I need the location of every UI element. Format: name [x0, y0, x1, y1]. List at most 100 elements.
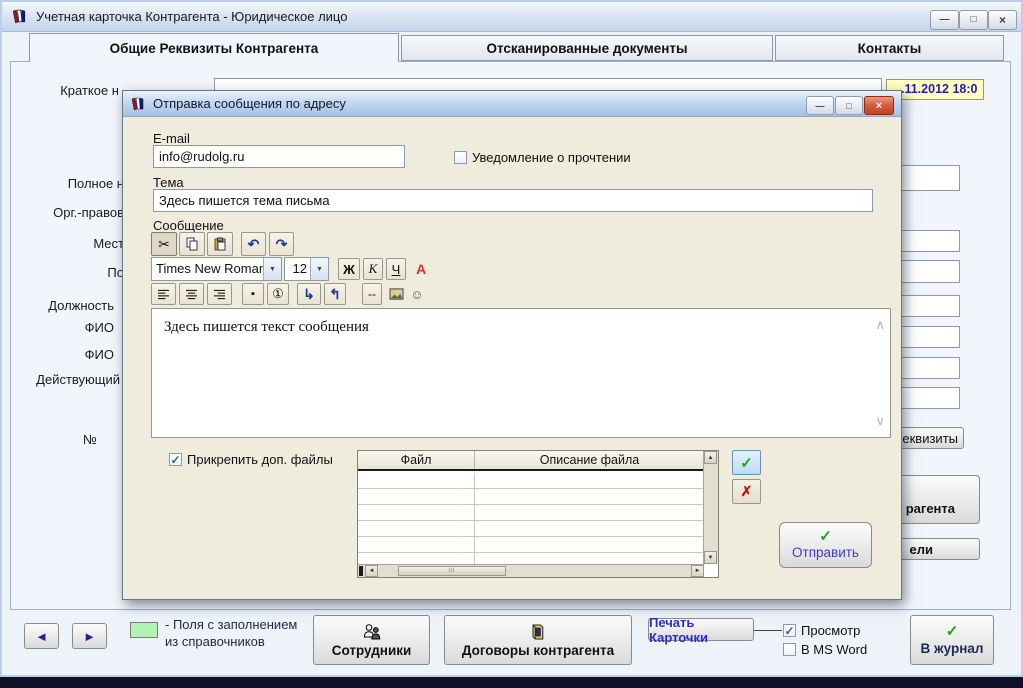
send-button[interactable]: ✓ Отправить	[779, 522, 872, 568]
founders-button-label: ели	[910, 542, 933, 557]
table-row[interactable]	[358, 473, 704, 489]
message-textarea[interactable]: Здесь пишется текст сообщения ∧ ∨	[151, 308, 891, 438]
scroll-up-button[interactable]: ▲	[704, 451, 717, 464]
paste-button[interactable]	[207, 232, 233, 256]
tab-scanned-label: Отсканированные документы	[486, 41, 687, 56]
arrow-left-icon: ◄	[35, 629, 48, 644]
dialog-minimize-button[interactable]: —	[806, 96, 834, 115]
font-size-select[interactable]: 12 ▼	[284, 257, 329, 281]
file-cell[interactable]	[358, 473, 475, 488]
minimize-button[interactable]: —	[930, 10, 959, 30]
file-description-cell[interactable]	[475, 489, 704, 504]
employees-label: Сотрудники	[332, 643, 412, 658]
tab-scanned-documents[interactable]: Отсканированные документы	[401, 35, 773, 61]
read-receipt-checkbox[interactable]	[454, 151, 467, 164]
file-description-cell[interactable]	[475, 521, 704, 536]
cut-button[interactable]: ✂	[151, 232, 177, 256]
font-color-icon: А	[416, 261, 426, 277]
dialog-maximize-button[interactable]: □	[835, 96, 863, 115]
email-input[interactable]	[153, 145, 405, 168]
scroll-left-button[interactable]: ◄	[365, 565, 378, 577]
scroll-down-button[interactable]: ▼	[704, 551, 717, 564]
insert-image-button[interactable]	[387, 284, 405, 304]
align-center-icon	[185, 289, 198, 300]
underline-button[interactable]: Ч	[386, 258, 406, 280]
scroll-grip[interactable]	[359, 566, 363, 576]
table-row[interactable]	[358, 521, 704, 537]
screen: Учетная карточка Контрагента - Юридическ…	[0, 0, 1023, 688]
dialog-titlebar: Отправка сообщения по адресу	[123, 91, 901, 117]
horizontal-scrollbar[interactable]: ◄ lll ►	[358, 564, 704, 577]
preview-label: Просмотр	[801, 623, 860, 638]
remove-file-button[interactable]: ✗	[732, 479, 761, 504]
attach-files-checkbox[interactable]: ✓	[169, 453, 182, 466]
print-card-button[interactable]: Печать Карточки	[648, 618, 754, 641]
dialog-close-button[interactable]: ×	[864, 96, 894, 115]
redo-button[interactable]: ↷	[269, 232, 294, 256]
align-right-button[interactable]	[207, 283, 232, 305]
outdent-button[interactable]: ↰	[324, 283, 346, 305]
legend-line1: - Поля с заполнением	[165, 617, 297, 632]
table-row[interactable]	[358, 537, 704, 553]
employees-button[interactable]: Сотрудники	[313, 615, 430, 665]
maximize-button[interactable]: □	[959, 10, 988, 30]
bold-button[interactable]: Ж	[338, 258, 360, 280]
tab-general[interactable]: Общие Реквизиты Контрагента	[29, 33, 399, 62]
paste-icon	[213, 237, 227, 251]
scroll-up-icon[interactable]: ∧	[875, 317, 885, 333]
arrow-down-icon: ▼	[708, 555, 714, 561]
align-left-button[interactable]	[151, 283, 176, 305]
field-label-acting: Действующий	[2, 372, 120, 387]
file-cell[interactable]	[358, 505, 475, 520]
attach-files-label: Прикрепить доп. файлы	[187, 452, 333, 467]
next-record-button[interactable]: ►	[72, 623, 107, 649]
preview-checkbox[interactable]: ✓	[783, 624, 796, 637]
close-button[interactable]: ×	[988, 10, 1017, 30]
subject-input[interactable]	[153, 189, 873, 212]
chevron-down-icon[interactable]: ▼	[310, 258, 328, 280]
file-description-cell[interactable]	[475, 473, 704, 488]
chevron-down-icon[interactable]: ▼	[263, 258, 281, 280]
contracts-button[interactable]: Договоры контрагента	[444, 615, 632, 665]
font-family-select[interactable]: Times New Roman ▼	[151, 257, 282, 281]
numbered-list-button[interactable]: ①	[267, 283, 289, 305]
scroll-down-icon[interactable]: ∨	[875, 413, 885, 429]
maximize-icon: □	[846, 101, 851, 111]
msword-checkbox[interactable]	[783, 643, 796, 656]
table-row[interactable]	[358, 505, 704, 521]
scroll-thumb[interactable]: lll	[398, 566, 506, 576]
field-label-location: Мест	[2, 236, 124, 251]
italic-button[interactable]: К	[363, 258, 383, 280]
column-header-description: Описание файла	[475, 451, 704, 469]
undo-button[interactable]: ↶	[241, 232, 266, 256]
bullet-list-button[interactable]: ▪	[242, 283, 264, 305]
indent-button[interactable]: ↳	[297, 283, 321, 305]
journal-button[interactable]: ✓ В журнал	[910, 615, 994, 665]
chevron-up: ∧	[875, 317, 885, 332]
align-center-button[interactable]	[179, 283, 204, 305]
file-description-cell[interactable]	[475, 537, 704, 552]
align-left-icon	[157, 289, 170, 300]
copy-button[interactable]	[179, 232, 205, 256]
file-cell[interactable]	[358, 537, 475, 552]
vertical-scrollbar[interactable]: ▲ ▼	[703, 451, 718, 564]
table-row[interactable]	[358, 489, 704, 505]
outdent-icon: ↰	[329, 286, 341, 303]
file-cell[interactable]	[358, 521, 475, 536]
horizontal-rule-button[interactable]: --	[362, 283, 382, 305]
smiley-button[interactable]: ☺	[409, 284, 425, 304]
add-file-button[interactable]: ✓	[732, 450, 761, 475]
scissors-icon: ✂	[158, 236, 170, 253]
numbered-list-icon: ①	[272, 286, 284, 302]
italic-icon: К	[369, 261, 378, 277]
undo-icon: ↶	[248, 236, 260, 253]
file-description-cell[interactable]	[475, 505, 704, 520]
scroll-right-button[interactable]: ►	[691, 565, 704, 577]
prev-record-button[interactable]: ◄	[24, 623, 59, 649]
dropdown-arrow: ▼	[269, 266, 276, 273]
font-color-button[interactable]: А	[413, 259, 429, 279]
arrow-left-icon: ◄	[369, 568, 375, 574]
file-cell[interactable]	[358, 489, 475, 504]
tab-contacts[interactable]: Контакты	[775, 35, 1004, 61]
maximize-icon: □	[970, 15, 976, 25]
